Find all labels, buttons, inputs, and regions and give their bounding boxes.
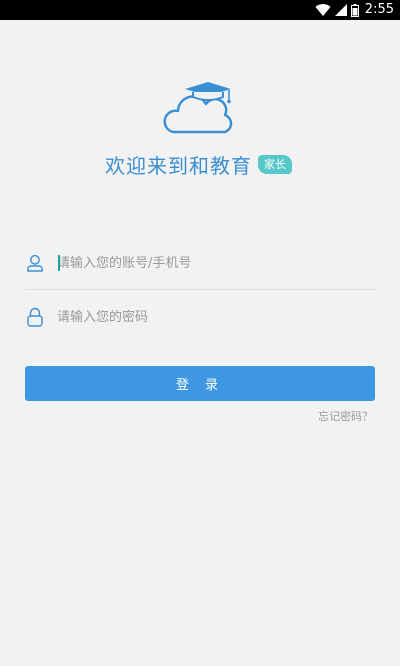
welcome-header: 欢迎来到和教育 家长 [105, 148, 292, 180]
forgot-password-link[interactable]: 忘记密码？ [318, 408, 373, 424]
status-time: 2:55 [364, 2, 394, 17]
welcome-title: 欢迎来到和教育 [105, 153, 252, 178]
lock-icon [25, 307, 45, 327]
account-field[interactable] [25, 243, 375, 283]
field-divider [25, 289, 375, 290]
battery-icon [350, 3, 359, 17]
password-field[interactable] [25, 297, 375, 337]
status-bar: 2:55 [0, 0, 400, 20]
account-input[interactable] [57, 255, 357, 271]
password-input[interactable] [57, 309, 357, 325]
text-cursor [58, 255, 60, 271]
status-icons: 2:55 [315, 0, 394, 20]
user-icon [25, 253, 45, 273]
role-badge: 家长 [258, 154, 292, 174]
wifi-icon [315, 4, 331, 17]
graduation-cloud-logo [163, 82, 233, 134]
login-button[interactable]: 登 录 [25, 366, 375, 401]
signal-icon [334, 4, 347, 16]
